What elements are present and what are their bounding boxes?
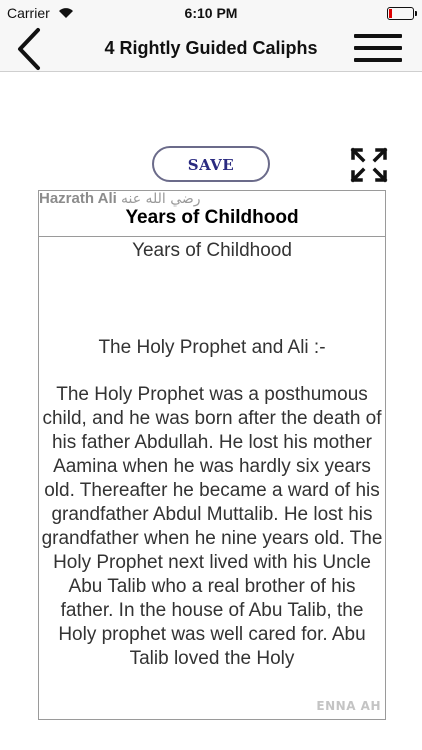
save-button[interactable]: SAVE [152,146,270,182]
article-header: Years of Childhood Hazrath Ali رضي الله … [39,191,385,237]
save-button-label: SAVE [187,156,235,174]
battery-icon [387,7,417,20]
watermark-title: Hazrath Ali رضي الله عنه [39,190,201,207]
back-button[interactable] [8,26,48,72]
status-bar: Carrier 6:10 PM [0,0,422,26]
article-subtitle: Years of Childhood [132,240,292,261]
section-title: The Holy Prophet and Ali :- [98,337,326,358]
hamburger-menu-line [354,46,402,50]
menu-button[interactable] [354,30,402,66]
battery-level [389,9,392,18]
hamburger-menu-line [354,58,402,62]
page-title: 4 Rightly Guided Caliphs [104,38,318,58]
status-time: 6:10 PM [184,5,238,21]
article-paragraph: The Holy Prophet was a posthumous child,… [41,384,383,669]
article-body[interactable]: Years of Childhood The Holy Prophet and … [39,238,385,719]
hamburger-menu-icon [354,34,402,38]
expand-button[interactable] [350,147,388,183]
watermark-arabic: رضي الله عنه [120,191,201,207]
chevron-left-icon [18,28,40,70]
watermark-name: Hazrath Ali [39,190,117,207]
navigation-bar: 4 Rightly Guided Caliphs [0,26,422,72]
fullscreen-expand-icon [350,147,388,183]
article-heading: Years of Childhood [125,207,299,228]
article-panel[interactable]: Years of Childhood Hazrath Ali رضي الله … [38,190,386,720]
brand-watermark: ENNA AH [316,699,381,713]
